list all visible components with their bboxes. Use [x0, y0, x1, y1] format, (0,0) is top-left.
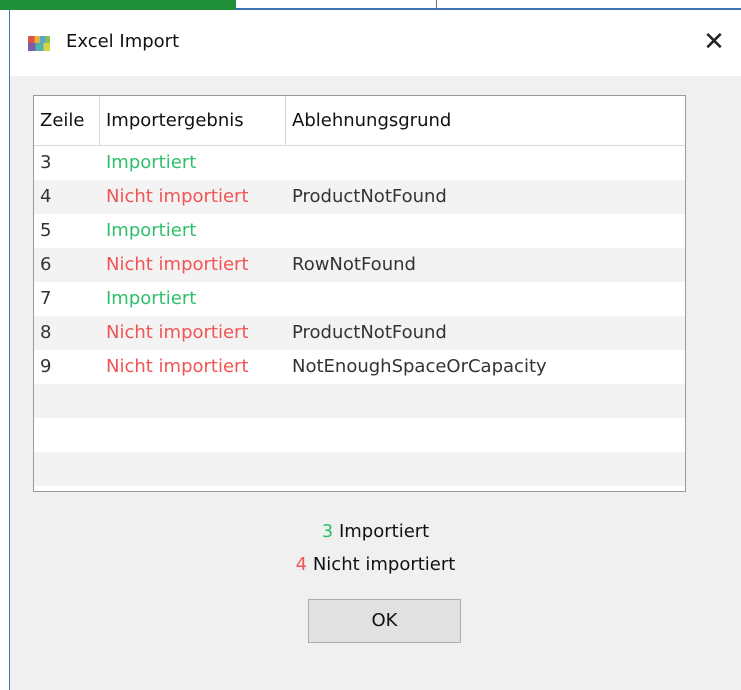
cell-zeile: 7	[40, 288, 52, 309]
cell-importergebnis: Nicht importiert	[106, 254, 249, 275]
column-header-ablehnungsgrund[interactable]: Ablehnungsgrund	[286, 96, 685, 145]
cell-zeile: 8	[40, 322, 52, 343]
cell-importergebnis: Importiert	[106, 220, 197, 241]
table-row[interactable]: 9 Nicht importiert NotEnoughSpaceOrCapacit…	[34, 350, 685, 384]
table-row[interactable]: 3 Importiert	[34, 146, 685, 180]
cell-zeile: 5	[40, 220, 52, 241]
cell-importergebnis: Importiert	[106, 288, 197, 309]
cell-ablehnungsgrund: ProductNotFound	[292, 186, 447, 207]
table-header: Zeile Importergebnis Ablehnungsgrund	[34, 96, 685, 146]
table-row-empty	[34, 418, 685, 452]
cell-zeile: 3	[40, 152, 52, 173]
not-imported-count: 4	[295, 554, 308, 575]
excel-import-icon	[28, 36, 50, 51]
table-row-empty	[34, 384, 685, 418]
ok-button[interactable]: OK	[308, 599, 461, 643]
close-icon[interactable]: ✕	[700, 28, 728, 56]
cell-ablehnungsgrund: RowNotFound	[292, 254, 416, 275]
cell-importergebnis: Nicht importiert	[106, 322, 249, 343]
cell-importergebnis: Importiert	[106, 152, 197, 173]
cell-ablehnungsgrund: ProductNotFound	[292, 322, 447, 343]
imported-count: 3	[321, 521, 334, 542]
cell-importergebnis: Nicht importiert	[106, 356, 249, 377]
summary-not-imported: 4 Nicht importiert	[10, 554, 741, 575]
title-bar[interactable]: Excel Import ✕	[10, 10, 741, 76]
table-row[interactable]: 8 Nicht importiert ProductNotFound	[34, 316, 685, 350]
table-row[interactable]: 5 Importiert	[34, 214, 685, 248]
cell-ablehnungsgrund: NotEnoughSpaceOrCapacity	[292, 356, 547, 377]
not-imported-label: Nicht importiert	[312, 554, 456, 575]
table-row-empty	[34, 452, 685, 486]
table-row[interactable]: 4 Nicht importiert ProductNotFound	[34, 180, 685, 214]
background-window-strip	[0, 0, 236, 10]
background-window-edge	[0, 0, 741, 10]
table-row[interactable]: 7 Importiert	[34, 282, 685, 316]
window-title: Excel Import	[66, 31, 180, 52]
cell-zeile: 4	[40, 186, 52, 207]
imported-label: Importiert	[338, 521, 430, 542]
import-results-table[interactable]: Zeile Importergebnis Ablehnungsgrund 3 Im…	[33, 95, 686, 492]
background-window-tick	[436, 0, 437, 10]
summary-imported: 3 Importiert	[10, 521, 741, 542]
excel-import-dialog: Excel Import ✕ Zeile Importergebnis Able…	[9, 10, 741, 690]
column-header-zeile[interactable]: Zeile	[34, 96, 100, 145]
cell-zeile: 6	[40, 254, 52, 275]
column-header-importergebnis[interactable]: Importergebnis	[100, 96, 286, 145]
cell-zeile: 9	[40, 356, 52, 377]
table-row[interactable]: 6 Nicht importiert RowNotFound	[34, 248, 685, 282]
cell-importergebnis: Nicht importiert	[106, 186, 249, 207]
